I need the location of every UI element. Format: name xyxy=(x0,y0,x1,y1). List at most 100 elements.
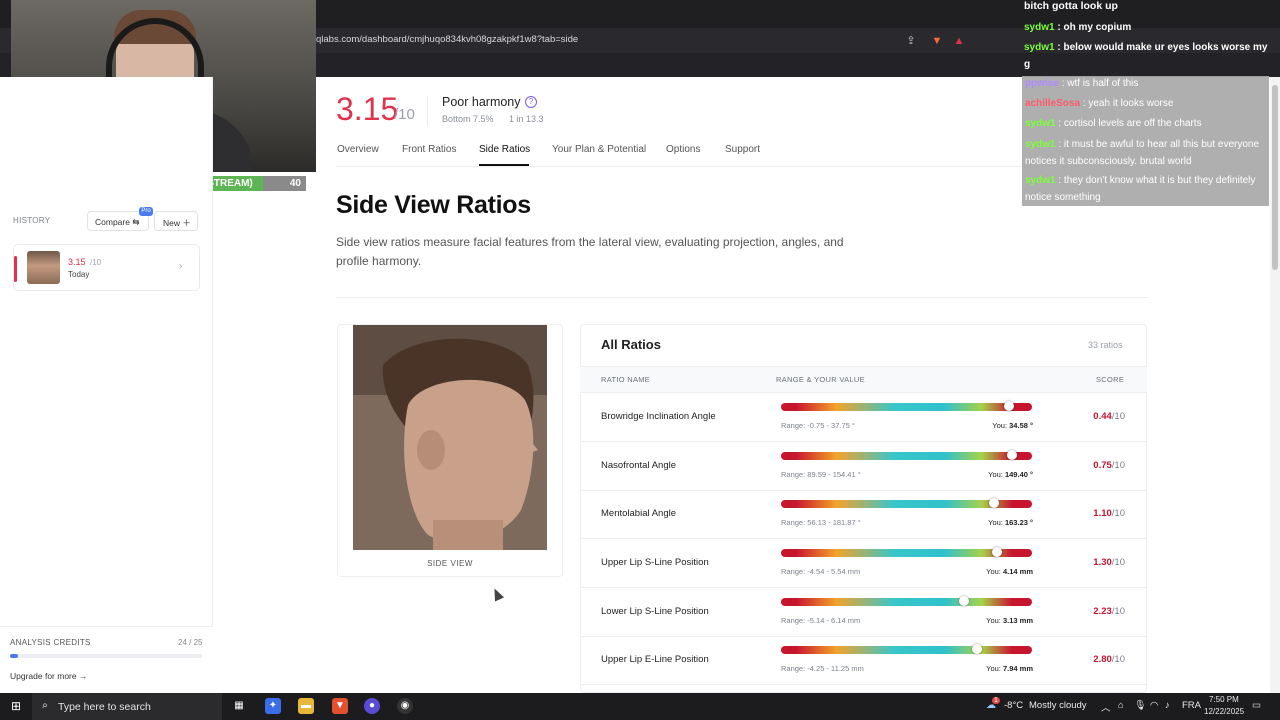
ratio-score: 0.44/10 xyxy=(1093,411,1125,422)
history-thumbnail xyxy=(27,251,60,284)
chat-text: : yeah it looks worse xyxy=(1082,98,1174,109)
ratio-your-value: You: 4.14 mm xyxy=(986,567,1033,576)
history-score-max: /10 xyxy=(90,258,102,267)
credits-progress-track xyxy=(10,654,202,658)
ratio-range-bar xyxy=(781,598,1032,606)
history-item[interactable]: 3.15 /10 Today › xyxy=(13,244,200,291)
tab-overview[interactable]: Overview xyxy=(337,144,379,155)
credits-heading: ANALYSIS CREDITS xyxy=(10,638,91,647)
table-row[interactable]: Mentolabial Angle Range: 56.13 - 181.87 … xyxy=(580,490,1147,539)
help-icon[interactable]: ? xyxy=(525,96,537,108)
ratio-score: 1.30/10 xyxy=(1093,557,1125,568)
rarity: 1 in 13.3 xyxy=(509,114,544,124)
score-value: 0.75 xyxy=(1093,460,1112,471)
page-scrollbar-thumb[interactable] xyxy=(1272,85,1278,270)
chat-message: sydw1 : they don't know what it is but t… xyxy=(1025,172,1265,206)
chat-message: sydw1 : below would make ur eyes looks w… xyxy=(1024,39,1274,73)
score-value: 2.23 xyxy=(1093,606,1112,617)
tab-options[interactable]: Options xyxy=(666,144,700,155)
ratio-range: Range: -4.25 - 11.25 mm xyxy=(781,664,864,673)
score-max: /10 xyxy=(1111,557,1125,568)
compare-icon: ⇆ xyxy=(132,217,140,227)
harmony-rating: Poor harmony xyxy=(442,95,521,109)
credits-panel xyxy=(0,626,213,693)
network-icon[interactable]: ⌂ xyxy=(1118,700,1124,711)
score-value: 1.30 xyxy=(1093,557,1112,568)
clock-time[interactable]: 7:50 PM xyxy=(1209,695,1239,704)
ratio-score: 2.23/10 xyxy=(1093,606,1125,617)
search-icon: ⌕ xyxy=(42,700,48,711)
windows-start-icon[interactable]: ⊞ xyxy=(8,698,24,714)
brave-browser-icon[interactable]: ▼ xyxy=(332,698,348,714)
table-row[interactable]: Lower Lip S-Line Position Range: -5.14 -… xyxy=(580,588,1147,637)
table-row[interactable]: Nasofrontal Angle Range: 89.59 - 154.41 … xyxy=(580,442,1147,491)
compare-label: Compare xyxy=(95,217,130,227)
table-row[interactable]: Upper Lip E-Line Position Range: -4.25 -… xyxy=(580,636,1147,685)
share-icon[interactable]: ⇪ xyxy=(904,34,918,48)
chat-text: : they don't know what it is but they de… xyxy=(1025,175,1256,203)
tab-side-ratios[interactable]: Side Ratios xyxy=(479,144,530,155)
weather-badge: 1 xyxy=(992,697,1000,704)
chat-partial-message: bitch gotta look up xyxy=(1024,0,1118,12)
notification-icon[interactable]: ▭ xyxy=(1252,700,1261,711)
task-view-icon[interactable]: ▦ xyxy=(231,698,247,714)
chat-message: achilleSosa : yeah it looks worse xyxy=(1025,95,1173,112)
discord-icon[interactable]: ● xyxy=(364,698,380,714)
ratio-range: Range: 56.13 - 181.87 ° xyxy=(781,518,861,527)
table-row[interactable]: Upper Lip S-Line Position Range: -4.54 -… xyxy=(580,539,1147,588)
ratio-score: 0.75/10 xyxy=(1093,460,1125,471)
brave-shield-icon[interactable]: ▼ xyxy=(930,34,944,48)
wifi-icon[interactable]: ◠ xyxy=(1150,700,1158,711)
photo-caption: SIDE VIEW xyxy=(427,559,473,568)
file-explorer-icon[interactable]: ▬ xyxy=(298,698,314,714)
your-value: 163.23 ° xyxy=(1004,518,1033,527)
ratio-name: Browridge Inclination Angle xyxy=(601,411,716,422)
ratio-range: Range: -5.14 - 6.14 mm xyxy=(781,616,861,625)
input-language[interactable]: FRA xyxy=(1182,700,1201,711)
rewards-icon[interactable]: ▲ xyxy=(952,34,966,48)
page-description: Side view ratios measure facial features… xyxy=(336,235,844,268)
copilot-icon[interactable]: ✦ xyxy=(265,698,281,714)
history-item-indicator xyxy=(14,256,17,282)
ratio-name: Upper Lip S-Line Position xyxy=(601,557,709,568)
your-value-label: You: xyxy=(988,470,1003,479)
sidebar xyxy=(0,77,213,693)
followers-goal: 40 xyxy=(289,178,301,189)
credits-progress-fill xyxy=(10,654,18,658)
chat-username: sydw1 xyxy=(1024,42,1055,53)
volume-icon[interactable]: ♪ xyxy=(1165,700,1170,711)
pro-badge: Pro xyxy=(139,207,153,216)
upgrade-link[interactable]: Upgrade for more → xyxy=(10,671,87,681)
tab-front-ratios[interactable]: Front Ratios xyxy=(402,144,456,155)
your-value: 149.40 ° xyxy=(1004,470,1033,479)
tab-plan-potential[interactable]: Your Plan & Potential xyxy=(552,144,646,155)
chat-username: sydw1 xyxy=(1025,139,1056,150)
clock-date[interactable]: 12/22/2025 xyxy=(1204,707,1244,716)
microphone-icon[interactable]: 🎙 xyxy=(1134,700,1146,711)
table-row[interactable]: Browridge Inclination Angle Range: -0.75… xyxy=(580,393,1147,442)
ratio-range-bar xyxy=(781,403,1032,411)
new-analysis-button[interactable]: New ＋ xyxy=(154,211,198,231)
obs-icon[interactable]: ◉ xyxy=(397,698,413,714)
your-value: 7.94 mm xyxy=(1002,664,1033,673)
score-value: 1.10 xyxy=(1093,508,1112,519)
score-value: 0.44 xyxy=(1093,411,1112,422)
chat-username: achilleSosa xyxy=(1025,98,1081,109)
ratio-range: Range: -0.75 - 37.75 ° xyxy=(781,421,855,430)
ratio-your-value: You: 7.94 mm xyxy=(986,664,1033,673)
chat-text: : wtf is half of this xyxy=(1061,78,1139,89)
score-max: /10 xyxy=(1111,606,1125,617)
ratio-your-value: You: 34.58 ° xyxy=(992,421,1033,430)
score-max: /10 xyxy=(1111,460,1125,471)
chat-text: : it must be awful to hear all this but … xyxy=(1025,139,1260,167)
chevron-right-icon: › xyxy=(179,261,183,272)
address-url[interactable]: qlabs.com/dashboard/cmjhuqo834kvh08gzakp… xyxy=(316,34,578,45)
side-view-portrait-icon xyxy=(353,325,547,550)
history-date: Today xyxy=(68,270,90,279)
ratio-your-value: You: 149.40 ° xyxy=(988,470,1033,479)
tab-support[interactable]: Support xyxy=(725,144,760,155)
your-value: 4.14 mm xyxy=(1002,567,1033,576)
chevron-up-icon[interactable]: ︿ xyxy=(1101,700,1111,714)
chat-message: sydw1 : it must be awful to hear all thi… xyxy=(1025,136,1265,170)
column-header-score: SCORE xyxy=(1096,375,1125,384)
